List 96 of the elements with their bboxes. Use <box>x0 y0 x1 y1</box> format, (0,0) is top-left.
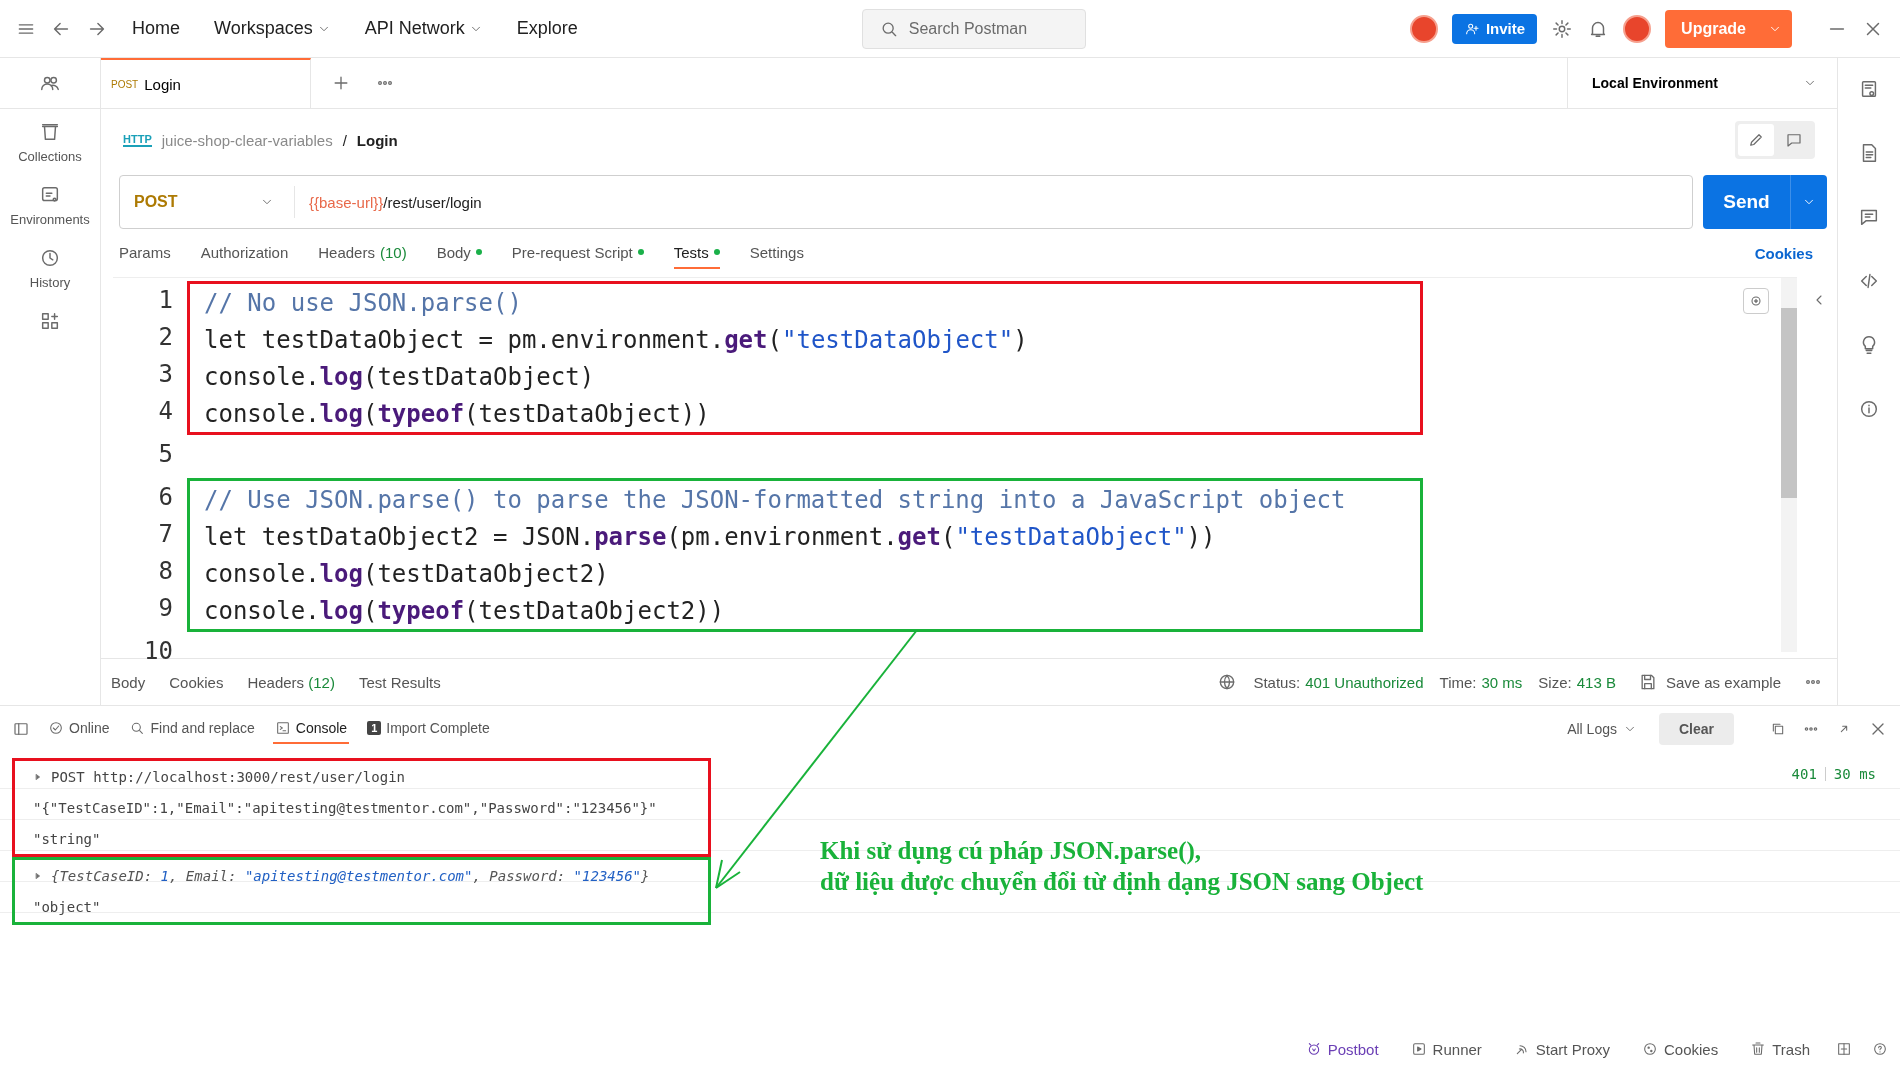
history-icon <box>39 247 61 269</box>
avatar-icon[interactable] <box>1409 14 1438 43</box>
code-line: // Use JSON.parse() to parse the JSON-formatted string into a JavaScript object <box>203 484 1347 516</box>
info-icon[interactable] <box>1858 398 1880 420</box>
line-number: 8 <box>157 555 174 587</box>
log-filter-dropdown[interactable]: All Logs <box>1561 720 1643 738</box>
trash-icon <box>1750 1041 1767 1057</box>
response-tab[interactable]: Headers (12) <box>247 673 335 691</box>
line-number: 6 <box>157 481 174 513</box>
bin-icon <box>39 121 61 143</box>
nav-menu[interactable]: Home <box>122 12 190 45</box>
line-number: 10 <box>143 635 174 667</box>
sidebar-toggle-icon[interactable] <box>12 720 30 738</box>
method-dropdown[interactable]: POST <box>120 186 295 218</box>
search-field[interactable]: Search Postman <box>861 8 1086 49</box>
help-icon[interactable] <box>1872 1041 1888 1057</box>
edit-icon[interactable] <box>1738 124 1774 156</box>
save-example-button[interactable]: Save as example <box>1631 671 1787 693</box>
code-line: console.log(typeof(testDataObject)) <box>203 398 711 430</box>
annotation-text: dữ liệu được chuyển đổi từ định dạng JSON sang Object <box>820 867 1424 897</box>
line-number: 9 <box>157 592 174 624</box>
request-section-tab[interactable]: Headers (10) <box>318 237 407 269</box>
request-name: Login <box>356 131 398 149</box>
url-field[interactable]: {{base-url}}/rest/user/login <box>295 193 482 211</box>
line-number: 5 <box>157 438 174 470</box>
invite-button[interactable]: Invite <box>1451 13 1538 44</box>
request-section-tab[interactable]: Settings <box>749 237 804 269</box>
search-icon <box>129 720 146 736</box>
layout-icon[interactable] <box>1836 1041 1852 1057</box>
code-line: // No use JSON.parse() <box>203 287 523 319</box>
response-time: 30 ms <box>1833 766 1876 782</box>
line-number: 4 <box>157 395 174 427</box>
response-stat: Status: 401 Unauthorized <box>1253 673 1424 691</box>
expand-triangle-icon[interactable] <box>33 771 43 782</box>
console-log-line: "string" <box>33 830 101 847</box>
check-circle-icon <box>48 720 64 736</box>
status-bar-item[interactable]: Cookies <box>1636 1039 1725 1059</box>
status-code: 401 <box>1791 766 1817 782</box>
cookies-link[interactable]: Cookies <box>1748 243 1819 263</box>
console-log-line: POST http://localhost:3000/rest/user/login <box>51 768 405 785</box>
line-number: 7 <box>157 518 174 550</box>
nav-menu[interactable]: Explore <box>506 12 588 45</box>
snippet-button[interactable] <box>1743 288 1769 314</box>
code-line: let testDataObject = pm.environment.get("testDataObject") <box>203 324 1029 356</box>
environment-selector[interactable]: Local Environment <box>1567 58 1837 108</box>
copy-icon[interactable] <box>1770 721 1786 737</box>
sidebar-item[interactable]: Environments <box>0 172 100 235</box>
avatar-icon[interactable] <box>1623 14 1652 43</box>
response-stat: Time: 30 ms <box>1439 673 1523 691</box>
terminal-icon <box>274 720 291 736</box>
breadcrumb-separator: / <box>342 131 347 149</box>
sidebar-item[interactable]: History <box>0 235 100 298</box>
console-log-line: {TestCaseID: 1, Email: "apitesting@testmentor.com", Password: "123456"} <box>51 867 650 884</box>
nav-menu[interactable]: Workspaces <box>204 12 341 45</box>
status-bar-item[interactable]: Postbot <box>1299 1039 1385 1059</box>
nav-menu[interactable]: API Network <box>354 12 493 45</box>
expand-triangle-icon[interactable] <box>33 870 43 881</box>
breadcrumb-link[interactable]: juice-shop-clear-variables <box>161 131 333 149</box>
console-tab[interactable]: Console <box>272 714 350 744</box>
response-tab[interactable]: Body <box>111 673 146 691</box>
pencil-icon <box>1747 131 1765 149</box>
code-line: console.log(testDataObject) <box>203 361 596 393</box>
play-icon <box>1410 1041 1427 1057</box>
code-line: console.log(testDataObject2) <box>203 558 610 590</box>
line-number: 1 <box>157 284 174 316</box>
response-stat: Size: 413 B <box>1538 673 1616 691</box>
settings-icon[interactable] <box>1551 17 1574 40</box>
response-tab[interactable]: Test Results <box>358 673 441 691</box>
scrollbar[interactable] <box>1781 278 1797 652</box>
console-log-line: "{"TestCaseID":1,"Email":"apitesting@testmentor.com","Password":"123456"}" <box>33 799 657 816</box>
request-section-tab[interactable]: Authorization <box>200 237 289 269</box>
console-log-line: "object" <box>33 898 101 915</box>
console-tab[interactable]: 1 Import Complete <box>365 714 492 744</box>
add-widget-icon[interactable] <box>39 310 61 332</box>
status-bar-item[interactable]: Runner <box>1404 1039 1488 1059</box>
status-bar-item[interactable]: Start Proxy <box>1507 1039 1616 1059</box>
request-section-tab[interactable]: Pre-request Script <box>511 237 644 269</box>
console-tab[interactable]: Online <box>46 714 112 744</box>
request-tab[interactable]: POST Login <box>101 58 311 108</box>
protocol-label: HTTP <box>123 133 152 147</box>
sidebar-item[interactable]: Collections <box>0 109 100 172</box>
status-bar-item[interactable]: Trash <box>1744 1039 1816 1059</box>
request-section-tab[interactable]: Body <box>436 237 482 269</box>
annotation-text: Khi sử dụng cú pháp JSON.parse(), <box>820 836 1203 866</box>
cookie-icon <box>1642 1041 1658 1057</box>
response-tab[interactable]: Cookies <box>169 673 224 691</box>
line-number: 2 <box>157 321 174 353</box>
speech-bubble-icon <box>1785 131 1803 149</box>
line-number: 3 <box>157 358 174 390</box>
code-line: console.log(typeof(testDataObject2)) <box>203 595 726 627</box>
console-tab[interactable]: Find and replace <box>127 714 257 744</box>
clear-button[interactable]: Clear <box>1658 713 1734 745</box>
code-line: let testDataObject2 = JSON.parse(pm.environment.get("testDataObject")) <box>203 521 1217 553</box>
request-section-tab[interactable]: Tests <box>673 237 720 269</box>
send-button[interactable]: Send <box>1703 175 1827 229</box>
request-section-tab[interactable]: Params <box>119 237 171 269</box>
